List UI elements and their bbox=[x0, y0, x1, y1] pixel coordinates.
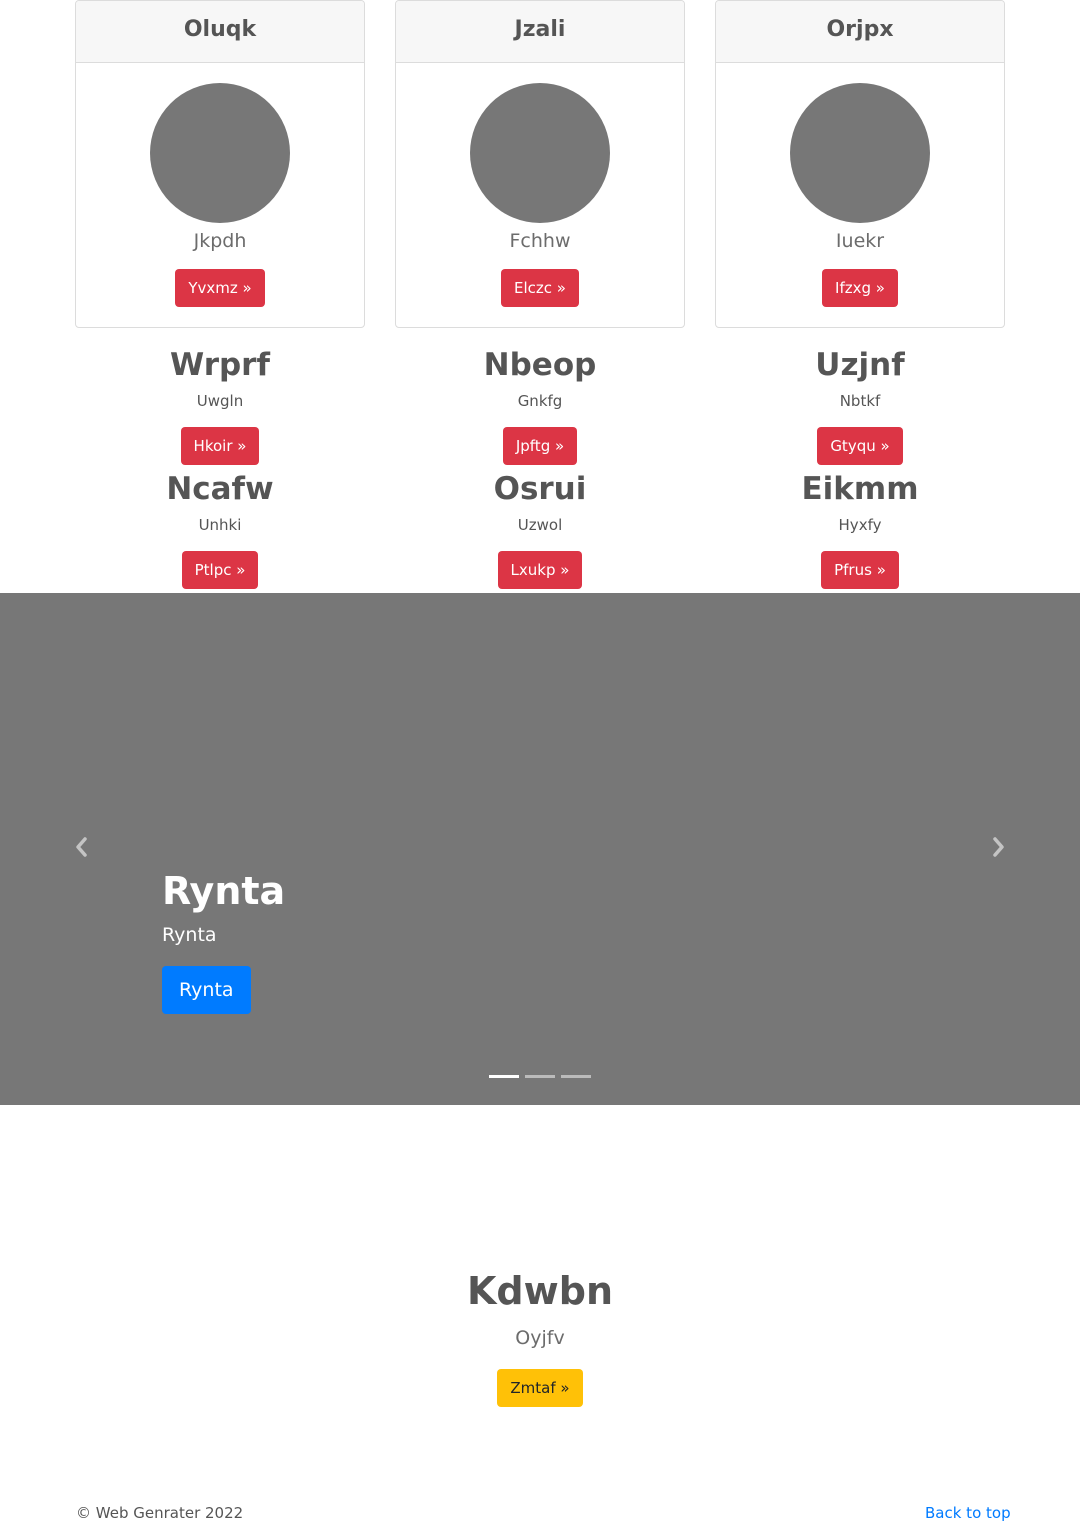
avatar-placeholder bbox=[470, 83, 610, 223]
card-subtitle: Jkpdh bbox=[193, 230, 247, 252]
footer-copyright: © Web Genrater 2022 bbox=[76, 1504, 244, 1522]
feature-4: Ncafw Unhki Ptlpc » bbox=[75, 469, 365, 589]
bottom-feature: Kdwbn Oyjfv Zmtaf » bbox=[0, 1267, 1080, 1407]
feature-subtitle: Hyxfy bbox=[838, 516, 882, 534]
feature-title: Ncafw bbox=[166, 471, 274, 507]
feature-title: Uzjnf bbox=[815, 347, 905, 383]
feature-1-button[interactable]: Hkoir » bbox=[180, 427, 260, 465]
card-3-button[interactable]: Ifzxg » bbox=[822, 269, 898, 307]
feature-5-button[interactable]: Lxukp » bbox=[497, 551, 583, 589]
feature-subtitle: Unhki bbox=[198, 516, 242, 534]
feature-title: Wrprf bbox=[170, 347, 270, 383]
card-subtitle: Iuekr bbox=[835, 230, 885, 252]
card-1: Oluqk Jkpdh Yvxmz » bbox=[75, 0, 365, 328]
feature-title: Eikmm bbox=[801, 471, 919, 507]
feature-3: Uzjnf Nbtkf Gtyqu » bbox=[715, 345, 1005, 465]
bottom-feature-button[interactable]: Zmtaf » bbox=[497, 1369, 583, 1407]
card-subtitle: Fchhw bbox=[509, 230, 571, 252]
avatar-placeholder bbox=[150, 83, 290, 223]
feature-2-button[interactable]: Jpftg » bbox=[502, 427, 578, 465]
bottom-feature-title: Kdwbn bbox=[466, 1269, 613, 1313]
bottom-feature-subtitle: Oyjfv bbox=[515, 1327, 565, 1349]
feature-2: Nbeop Gnkfg Jpftg » bbox=[395, 345, 685, 465]
carousel-indicator-3[interactable] bbox=[561, 1075, 591, 1078]
feature-5: Osrui Uzwol Lxukp » bbox=[395, 469, 685, 589]
feature-1: Wrprf Uwgln Hkoir » bbox=[75, 345, 365, 465]
feature-4-button[interactable]: Ptlpc » bbox=[181, 551, 259, 589]
card-header: Oluqk bbox=[76, 1, 364, 63]
carousel-title: Rynta bbox=[162, 869, 286, 913]
carousel: Rynta Rynta Rynta bbox=[0, 593, 1080, 1105]
feature-subtitle: Uzwol bbox=[517, 516, 563, 534]
feature-subtitle: Uwgln bbox=[196, 392, 244, 410]
page: Oluqk Jkpdh Yvxmz » Jzali Fchhw Elczc » … bbox=[0, 0, 1080, 1525]
carousel-caption: Rynta Rynta Rynta bbox=[162, 868, 285, 1014]
back-to-top-link[interactable]: Back to top bbox=[925, 1503, 1011, 1523]
feature-subtitle: Nbtkf bbox=[839, 392, 881, 410]
carousel-indicator-1[interactable] bbox=[489, 1075, 519, 1078]
feature-subtitle: Gnkfg bbox=[517, 392, 563, 410]
carousel-text: Rynta bbox=[162, 924, 217, 946]
avatar-placeholder bbox=[790, 83, 930, 223]
carousel-button[interactable]: Rynta bbox=[162, 966, 251, 1014]
feature-title: Osrui bbox=[493, 471, 587, 507]
card-header: Orjpx bbox=[716, 1, 1004, 63]
feature-6-button[interactable]: Pfrus » bbox=[821, 551, 899, 589]
feature-3-button[interactable]: Gtyqu » bbox=[817, 427, 903, 465]
card-2: Jzali Fchhw Elczc » bbox=[395, 0, 685, 328]
card-header: Jzali bbox=[396, 1, 684, 63]
chevron-right-icon[interactable] bbox=[986, 835, 1010, 859]
card-2-button[interactable]: Elczc » bbox=[501, 269, 579, 307]
card-1-button[interactable]: Yvxmz » bbox=[175, 269, 265, 307]
chevron-left-icon[interactable] bbox=[70, 835, 94, 859]
feature-title: Nbeop bbox=[483, 347, 597, 383]
feature-6: Eikmm Hyxfy Pfrus » bbox=[715, 469, 1005, 589]
carousel-indicator-2[interactable] bbox=[525, 1075, 555, 1078]
card-3: Orjpx Iuekr Ifzxg » bbox=[715, 0, 1005, 328]
